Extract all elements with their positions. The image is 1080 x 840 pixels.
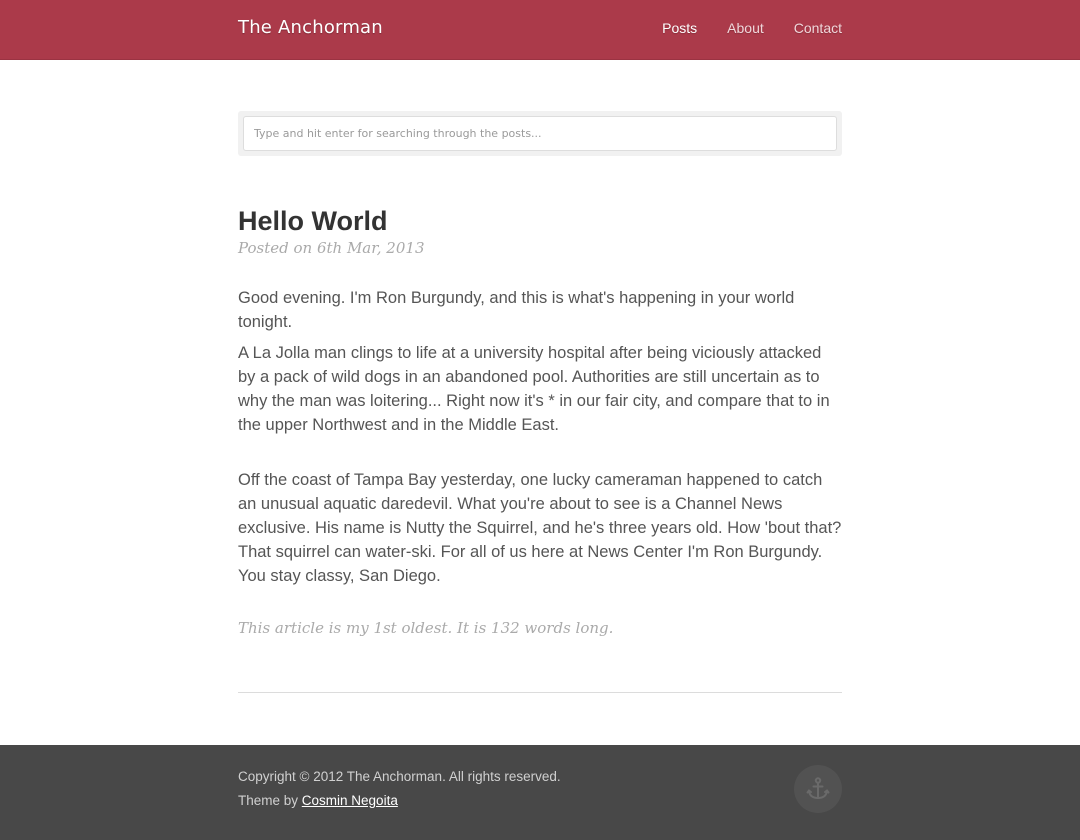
nav-item-about[interactable]: About — [727, 20, 764, 36]
post-paragraph: Good evening. I'm Ron Burgundy, and this… — [238, 289, 795, 331]
site-brand-link[interactable]: The Anchorman — [238, 17, 383, 38]
search-input[interactable] — [243, 116, 837, 151]
post-article: Hello World Posted on 6th Mar, 2013 Good… — [238, 204, 842, 637]
main-nav: Posts About Contact — [662, 20, 842, 36]
theme-credit: Theme by Cosmin Negoita — [238, 793, 398, 808]
credit-prefix: Theme by — [238, 793, 302, 808]
post-paragraph: Off the coast of Tampa Bay yesterday, on… — [238, 471, 842, 585]
search-box — [238, 111, 842, 156]
post-divider — [238, 692, 842, 693]
copyright-text: Copyright © 2012 The Anchorman. All righ… — [238, 769, 561, 784]
nav-item-posts[interactable]: Posts — [662, 20, 697, 36]
post-title[interactable]: Hello World — [238, 204, 842, 238]
site-header: The Anchorman Posts About Contact — [0, 0, 1080, 60]
anchor-icon — [806, 777, 830, 800]
back-to-top-button[interactable] — [794, 765, 842, 813]
theme-author-link[interactable]: Cosmin Negoita — [302, 793, 398, 808]
site-footer: Copyright © 2012 The Anchorman. All righ… — [0, 745, 1080, 840]
nav-item-contact[interactable]: Contact — [794, 20, 842, 36]
post-date: Posted on 6th Mar, 2013 — [238, 239, 425, 257]
post-paragraph: A La Jolla man clings to life at a unive… — [238, 344, 830, 434]
post-word-count-note: This article is my 1st oldest. It is 132… — [238, 619, 614, 637]
